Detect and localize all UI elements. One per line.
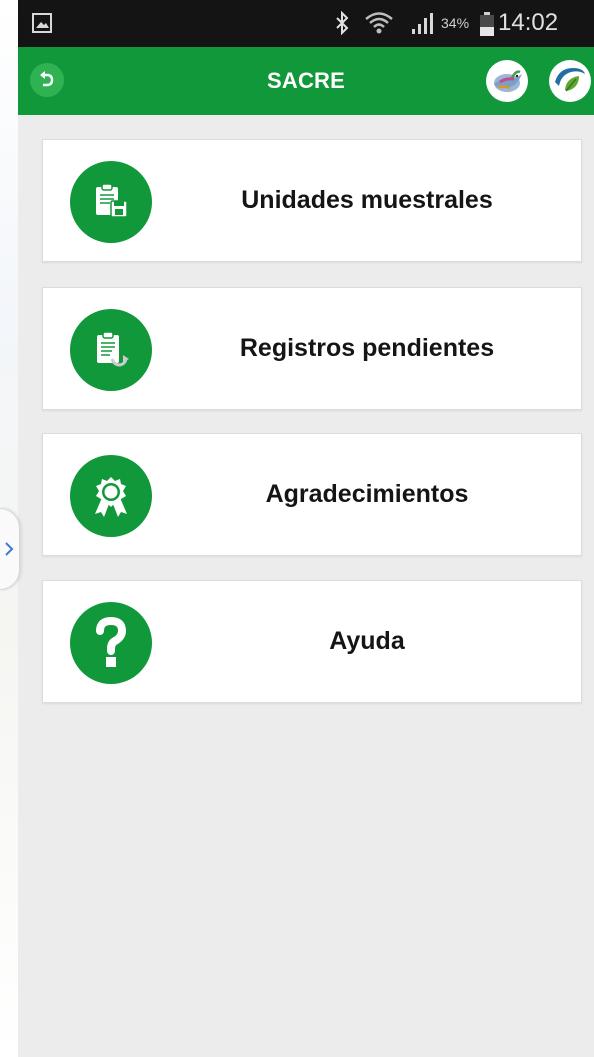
leaf-logo[interactable] [549, 60, 591, 102]
status-bar: 34% 14:02 [18, 0, 594, 47]
drawer-toggle[interactable] [0, 508, 20, 590]
battery-percent: 34% [441, 15, 470, 31]
status-time: 14:02 [498, 9, 559, 36]
menu-item-icon-circle [70, 161, 152, 243]
menu-item-icon-circle [70, 455, 152, 537]
menu-item-ayuda[interactable]: Ayuda [42, 580, 582, 703]
clipboard-save-icon [96, 183, 128, 218]
menu-item-label: Ayuda [329, 627, 405, 655]
menu-item-agradecimientos[interactable]: Agradecimientos [42, 433, 582, 556]
app-bar: SACRE [18, 47, 594, 115]
question-mark-icon [96, 616, 127, 667]
bird-icon [494, 70, 522, 92]
clipboard-refresh-icon [97, 331, 129, 367]
bird-logo[interactable] [486, 60, 528, 102]
award-ribbon-icon [95, 477, 127, 517]
menu-item-label: Agradecimientos [265, 480, 469, 508]
menu-item-registros-pendientes[interactable]: Registros pendientes [42, 287, 582, 410]
menu-item-icon-circle [70, 309, 152, 391]
menu-item-label: Registros pendientes [239, 334, 495, 362]
battery-icon [480, 12, 494, 36]
signal-icon [412, 13, 433, 34]
menu-item-label: Unidades muestrales [241, 186, 493, 214]
menu-item-unidades-muestrales[interactable]: Unidades muestrales [42, 139, 582, 262]
wifi-icon [365, 12, 393, 34]
chevron-right-icon [5, 542, 14, 556]
menu-item-icon-circle [70, 602, 152, 684]
leaf-icon [555, 68, 585, 92]
app-screen: 34% 14:02 SACRE Unidades muestrales Regi… [18, 0, 594, 1057]
bluetooth-icon [336, 11, 349, 35]
gallery-icon [32, 13, 52, 33]
